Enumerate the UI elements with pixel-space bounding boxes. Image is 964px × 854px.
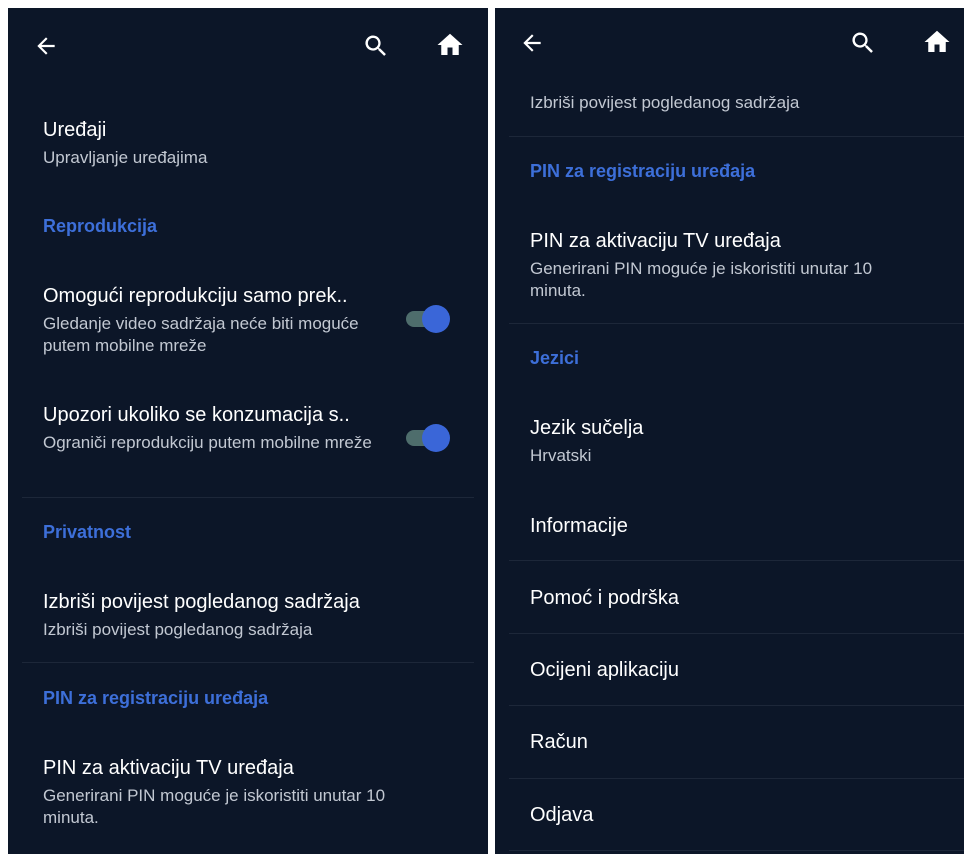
search-icon [852,32,873,53]
settings-screen-right: Izbriši povijest pogledanog sadržaja PIN… [495,8,964,854]
item-subtitle: Izbriši povijest pogledanog sadržaja [43,620,313,639]
search-button[interactable] [848,28,878,58]
settings-item-help[interactable]: Pomoć i podrška [530,587,679,610]
divider [509,560,964,561]
item-title: PIN za aktivaciju TV uređaja [530,230,781,252]
divider [509,323,964,324]
item-subtitle: Gledanje video sadržaja neće biti moguće… [43,314,359,355]
arrow-left-icon [523,34,541,52]
settings-screen-left: Uređaji Upravljanje uređajima Reprodukci… [8,8,488,854]
section-header-privacy: Privatnost [43,522,132,542]
item-title: Izbriši povijest pogledanog sadržaja [43,591,360,613]
item-subtitle: Hrvatski [530,446,592,465]
clear-history-subtitle[interactable]: Izbriši povijest pogledanog sadržaja [530,92,950,114]
top-bar [495,8,964,80]
item-title: Upozori ukoliko se konzumacija s.. [43,404,350,426]
divider [22,662,474,663]
home-icon [437,33,463,55]
section-header-pin: PIN za registraciju uređaja [530,161,756,181]
settings-item-rate-app[interactable]: Ocijeni aplikaciju [530,659,679,682]
home-icon [924,30,950,52]
search-button[interactable] [361,31,391,61]
home-button[interactable] [922,27,952,57]
item-subtitle: Generirani PIN moguće je iskoristiti unu… [43,786,386,827]
back-button[interactable] [31,31,61,61]
toggle-knob [422,305,450,333]
section-header-playback: Reprodukcija [43,216,158,236]
wifi-only-toggle[interactable] [406,305,450,333]
item-subtitle: Ograniči reprodukciju putem mobilne mrež… [43,433,372,452]
home-button[interactable] [435,30,465,60]
top-bar [8,8,488,80]
divider [22,497,474,498]
divider [509,136,964,137]
settings-item-info[interactable]: Informacije [530,515,628,538]
item-subtitle: Generirani PIN moguće je iskoristiti unu… [530,259,873,300]
item-title: Uređaji [43,119,107,141]
divider [509,778,964,779]
settings-item-account[interactable]: Račun [530,731,588,754]
divider [509,705,964,706]
divider [509,850,964,851]
back-button[interactable] [517,28,547,58]
toggle-knob [422,424,450,452]
search-icon [365,35,386,56]
item-subtitle: Upravljanje uređajima [43,148,208,167]
divider [509,633,964,634]
arrow-left-icon [37,37,55,55]
item-title: Omogući reprodukciju samo prek.. [43,285,348,307]
settings-item-logout[interactable]: Odjava [530,804,593,827]
item-title: PIN za aktivaciju TV uređaja [43,757,294,779]
section-header-languages: Jezici [530,348,580,368]
warn-consumption-toggle[interactable] [406,424,450,452]
item-title: Jezik sučelja [530,417,644,439]
section-header-pin: PIN za registraciju uređaja [43,688,269,708]
